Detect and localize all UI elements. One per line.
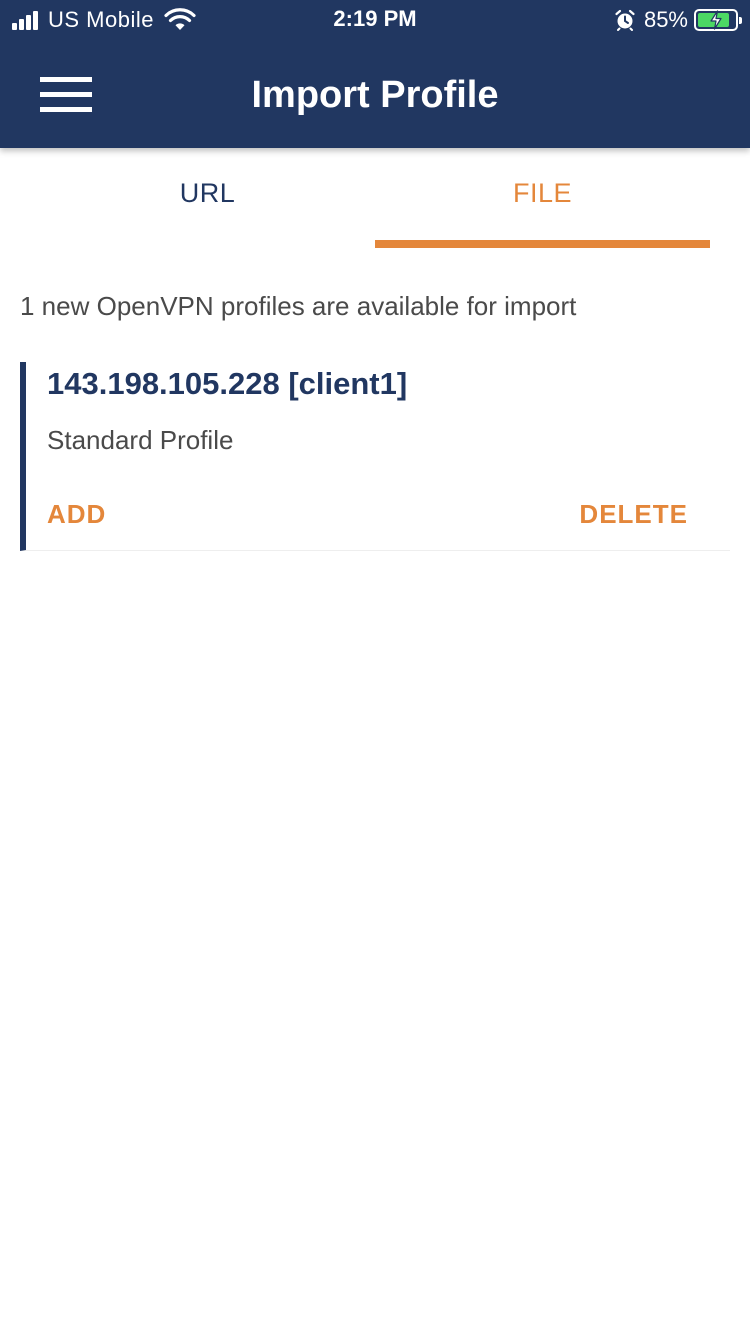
battery-charging-icon [694,9,742,31]
delete-button[interactable]: DELETE [579,496,688,532]
active-tab-indicator [375,240,710,248]
tab-file[interactable]: FILE [375,148,710,248]
status-bar: US Mobile 2:19 PM 85% [0,0,750,40]
app-header: US Mobile 2:19 PM 85% Import Profile [0,0,750,148]
battery-nub [739,17,742,24]
page-title: Import Profile [251,74,499,116]
tab-url[interactable]: URL [40,148,375,248]
add-button[interactable]: ADD [47,496,106,532]
profile-type: Standard Profile [47,425,234,455]
profile-card: 143.198.105.228 [client1] Standard Profi… [20,362,730,551]
profile-name: 143.198.105.228 [client1] [47,366,408,401]
charging-bolt-icon [710,10,722,30]
battery-percent: 85% [643,7,688,32]
import-info-text: 1 new OpenVPN profiles are available for… [20,291,577,321]
tab-bar: URL FILE [0,148,750,250]
alarm-icon [615,9,635,31]
status-bar-right: 85% [614,6,742,34]
